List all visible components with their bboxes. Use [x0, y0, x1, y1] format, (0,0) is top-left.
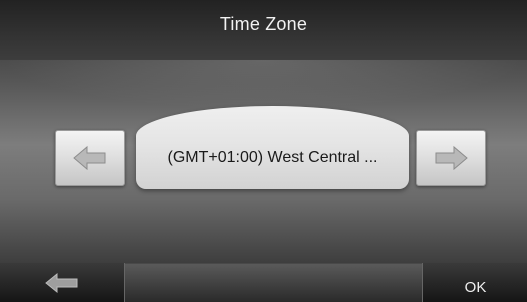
next-timezone-button[interactable]: [416, 130, 486, 186]
arrow-right-icon: [435, 145, 468, 171]
ok-button[interactable]: OK: [422, 263, 527, 302]
title-bar: Time Zone: [0, 0, 527, 60]
back-arrow-icon: [45, 272, 78, 294]
arrow-left-icon: [73, 145, 106, 171]
back-button[interactable]: [0, 263, 125, 302]
timezone-value: (GMT+01:00) West Central ...: [167, 149, 378, 166]
timezone-display: (GMT+01:00) West Central ...: [136, 106, 409, 189]
ok-label: OK: [464, 279, 487, 296]
header-glow: [0, 60, 527, 110]
prev-timezone-button[interactable]: [55, 130, 125, 186]
footer-center-panel: [124, 264, 422, 302]
page-title: Time Zone: [219, 14, 308, 34]
